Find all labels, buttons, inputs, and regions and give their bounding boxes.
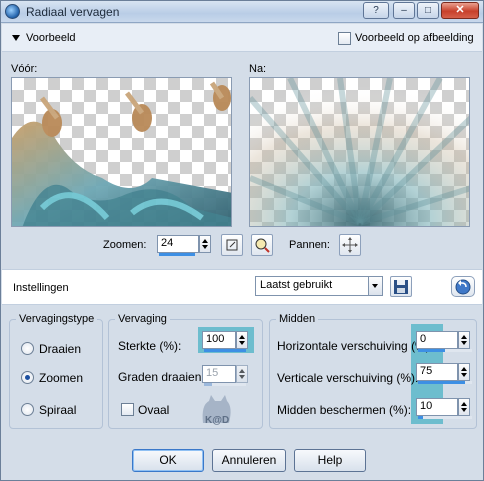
title-bar: Radiaal vervagen ? – □ ✕ bbox=[1, 1, 483, 23]
resize-icon bbox=[226, 239, 238, 251]
magnifier-icon bbox=[255, 238, 270, 253]
pan-label: Pannen: bbox=[289, 239, 330, 251]
radio-draaien[interactable] bbox=[21, 342, 34, 355]
save-preset-button[interactable] bbox=[390, 276, 412, 297]
v-offset-slider[interactable] bbox=[418, 381, 472, 384]
center-title: Midden bbox=[276, 313, 319, 325]
maximize-button[interactable]: □ bbox=[417, 2, 439, 19]
before-preview-image bbox=[12, 81, 231, 226]
preview-on-image-label: Voorbeeld op afbeelding bbox=[355, 32, 474, 44]
close-button[interactable]: ✕ bbox=[441, 2, 479, 19]
zoom-tool-button[interactable] bbox=[251, 234, 273, 256]
strength-stepper[interactable] bbox=[236, 331, 248, 349]
blur-title: Vervaging bbox=[115, 313, 170, 325]
h-offset-slider[interactable] bbox=[418, 349, 472, 352]
protect-label: Midden beschermen (%): bbox=[277, 403, 412, 417]
zoom-input[interactable]: 24 bbox=[157, 235, 199, 253]
v-offset-input[interactable]: 75 bbox=[416, 363, 458, 381]
preset-value: Laatst gebruikt bbox=[260, 279, 333, 291]
zoom-slider[interactable] bbox=[159, 253, 195, 256]
chevron-down-icon[interactable] bbox=[368, 277, 382, 295]
v-offset-label: Verticale verschuiving (%): bbox=[277, 371, 419, 385]
radio-zoomen[interactable] bbox=[21, 371, 34, 384]
oval-label[interactable]: Ovaal bbox=[138, 403, 169, 417]
help-button[interactable]: Help bbox=[294, 449, 366, 472]
before-label: Vóór: bbox=[11, 63, 38, 75]
settings-label: Instellingen bbox=[13, 282, 69, 294]
move-icon bbox=[342, 237, 358, 253]
watermark-text: K@D bbox=[205, 415, 230, 426]
twist-slider[interactable] bbox=[204, 383, 246, 386]
h-offset-label: Horizontale verschuiving (%): bbox=[277, 339, 434, 353]
before-preview[interactable] bbox=[11, 77, 232, 227]
window-title: Radiaal vervagen bbox=[26, 5, 120, 19]
floppy-disk-icon bbox=[394, 280, 408, 294]
v-offset-stepper[interactable] bbox=[458, 363, 470, 381]
app-icon bbox=[5, 4, 20, 19]
protect-input[interactable]: 10 bbox=[416, 398, 458, 416]
undo-icon bbox=[455, 279, 471, 295]
help-window-button[interactable]: ? bbox=[363, 2, 389, 19]
preview-bar: Voorbeeld Voorbeeld op afbeelding bbox=[2, 24, 482, 52]
after-preview-image bbox=[250, 78, 469, 226]
radio-spiraal-label[interactable]: Spiraal bbox=[39, 403, 76, 417]
protect-stepper[interactable] bbox=[458, 398, 470, 416]
ok-button[interactable]: OK bbox=[132, 449, 204, 472]
protect-slider[interactable] bbox=[418, 416, 472, 419]
radio-zoomen-label[interactable]: Zoomen bbox=[39, 371, 83, 385]
zoom-stepper[interactable] bbox=[199, 235, 211, 253]
oval-checkbox[interactable] bbox=[121, 403, 134, 416]
dialog-window: Radiaal vervagen ? – □ ✕ Voorbeeld Voorb… bbox=[0, 0, 484, 481]
kad-watermark: K@D bbox=[197, 393, 237, 431]
cancel-button[interactable]: Annuleren bbox=[212, 449, 286, 472]
twist-label: Graden draaien: bbox=[118, 370, 205, 384]
radio-spiraal[interactable] bbox=[21, 403, 34, 416]
zoom-fit-button[interactable] bbox=[221, 234, 243, 256]
strength-label: Sterkte (%): bbox=[118, 339, 182, 353]
preset-select[interactable]: Laatst gebruikt bbox=[255, 276, 383, 296]
reset-button[interactable] bbox=[451, 276, 475, 297]
preview-on-image-checkbox[interactable] bbox=[338, 32, 351, 45]
pan-button[interactable] bbox=[339, 234, 361, 256]
twist-stepper[interactable] bbox=[236, 365, 248, 383]
after-label: Na: bbox=[249, 63, 267, 75]
radio-draaien-label[interactable]: Draaien bbox=[39, 342, 81, 356]
blur-type-title: Vervagingstype bbox=[16, 313, 98, 325]
twist-input[interactable]: 15 bbox=[202, 365, 236, 383]
h-offset-input[interactable]: 0 bbox=[416, 331, 458, 349]
preview-toggle-label[interactable]: Voorbeeld bbox=[26, 32, 76, 44]
collapse-arrow-icon[interactable] bbox=[12, 35, 20, 41]
zoom-label: Zoomen: bbox=[103, 239, 147, 251]
after-preview[interactable] bbox=[249, 77, 470, 227]
h-offset-stepper[interactable] bbox=[458, 331, 470, 349]
strength-input[interactable]: 100 bbox=[202, 331, 236, 349]
minimize-button[interactable]: – bbox=[393, 2, 415, 19]
strength-slider[interactable] bbox=[204, 349, 246, 352]
